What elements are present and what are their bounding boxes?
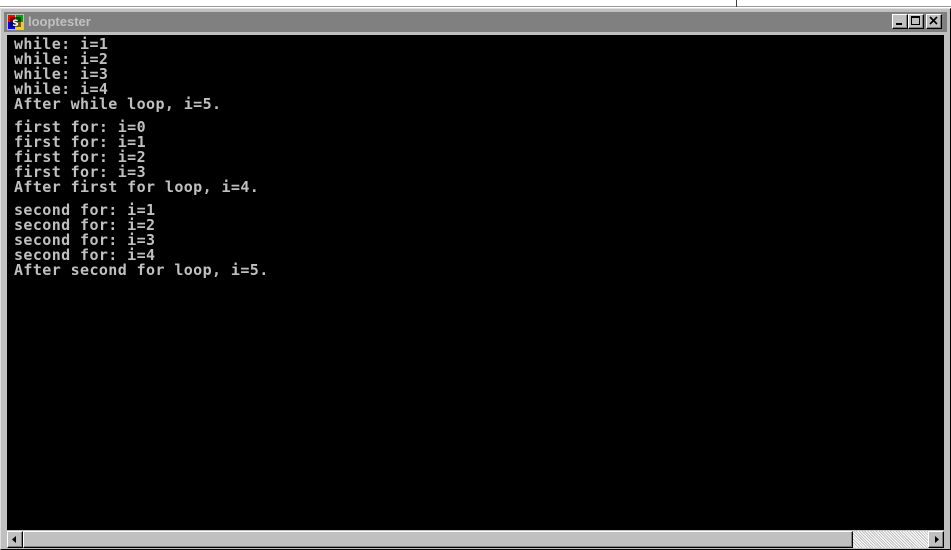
title-bar[interactable]: S looptester — [4, 12, 947, 32]
console-output[interactable]: while: i=1 while: i=2 while: i=3 while: … — [7, 35, 944, 530]
scroll-left-button[interactable] — [7, 531, 23, 548]
arrow-right-icon — [935, 536, 939, 543]
scroll-thumb[interactable] — [23, 531, 853, 548]
console-line: first for: i=1 — [14, 133, 147, 151]
console-line: first for: i=2 — [14, 148, 147, 166]
console-line: After while loop, i=5. — [14, 95, 222, 113]
scroll-right-button[interactable] — [928, 531, 944, 548]
maximize-button[interactable] — [908, 14, 924, 29]
console-line: while: i=3 — [14, 65, 109, 83]
minimize-button[interactable] — [892, 14, 908, 29]
console-window[interactable]: S looptester while: i=1 while: i=2 while… — [0, 8, 951, 550]
console-line: while: i=2 — [14, 50, 109, 68]
horizontal-scrollbar[interactable] — [7, 531, 944, 548]
window-title: looptester — [28, 14, 91, 29]
background-divider — [0, 6, 951, 7]
console-line: first for: i=0 — [14, 118, 147, 136]
maximize-icon — [911, 16, 920, 25]
arrow-left-icon — [12, 536, 16, 543]
console-line: while: i=1 — [14, 35, 109, 53]
background-strip — [0, 0, 951, 8]
svg-text:S: S — [12, 19, 18, 29]
close-button[interactable] — [926, 14, 942, 29]
background-tick — [736, 0, 737, 7]
minimize-icon — [896, 23, 902, 25]
console-line: After first for loop, i=4. — [14, 178, 260, 196]
console-line: After second for loop, i=5. — [14, 261, 269, 279]
ms-dos-icon[interactable]: S — [7, 14, 24, 30]
close-icon — [929, 16, 938, 25]
